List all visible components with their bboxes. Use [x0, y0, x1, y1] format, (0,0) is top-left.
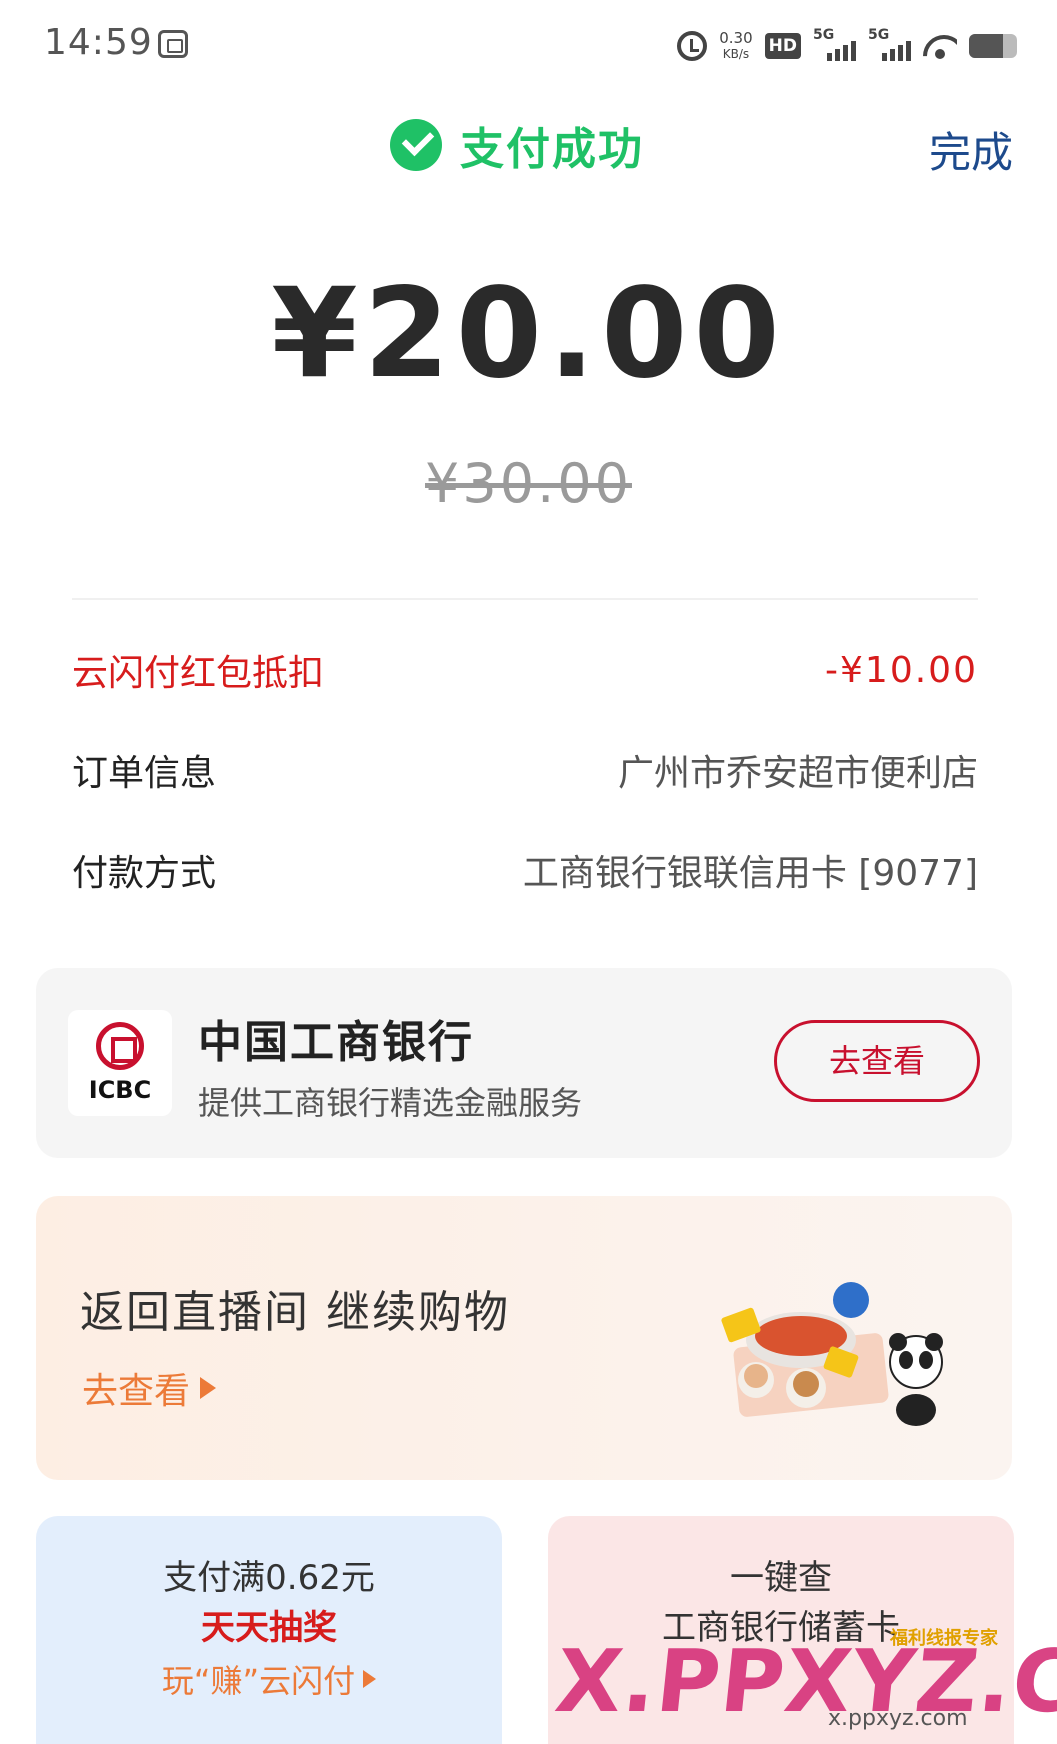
battery-fill: [969, 34, 1003, 58]
status-icons: 0.30 KB/s HD 5G 5G: [677, 26, 1017, 66]
signal-label: 5G: [868, 27, 890, 43]
check-title: 一键查: [730, 1558, 832, 1598]
promo-link[interactable]: 去查看: [82, 1362, 217, 1414]
promo-link-label: 去查看: [82, 1371, 191, 1412]
notification-app-icon: [158, 30, 188, 58]
detail-value: 工商银行银联信用卡 [9077]: [522, 853, 978, 894]
header: 支付成功 完成: [0, 95, 1057, 195]
signal-icon-sim2: 5G: [868, 27, 911, 61]
icbc-logo-text: ICBC: [88, 1076, 152, 1104]
lottery-link[interactable]: 玩“赚”云闪付: [36, 1656, 502, 1702]
hd-icon: HD: [764, 33, 801, 59]
detail-row-payment-method: 付款方式 工商银行银联信用卡 [9077]: [72, 840, 978, 900]
lottery-card[interactable]: 支付满0.62元 天天抽奖 玩“赚”云闪付: [36, 1516, 502, 1744]
wifi-icon: [923, 33, 957, 59]
success-status: 支付成功: [390, 113, 644, 177]
food-panda-illustration: [721, 1282, 943, 1426]
original-amount: ¥30.00: [425, 452, 632, 515]
watermark-url: x.ppxyz.com: [828, 1706, 968, 1731]
alarm-icon: [677, 31, 708, 61]
lottery-title: 天天抽奖: [201, 1608, 337, 1648]
detail-row-order: 订单信息 广州市乔安超市便利店: [72, 740, 978, 800]
lottery-link-label: 玩“赚”云闪付: [161, 1662, 356, 1700]
icbc-mark-icon: [96, 1022, 144, 1070]
detail-label: 付款方式: [72, 853, 217, 894]
status-bar: 14:59 0.30 KB/s HD 5G 5G: [0, 0, 1057, 90]
battery-icon: [969, 34, 1017, 58]
play-arrow-icon: [200, 1377, 217, 1399]
signal-icon-sim1: 5G: [813, 27, 856, 61]
detail-value: 广州市乔安超市便利店: [617, 753, 978, 794]
network-speed: 0.30 KB/s: [719, 28, 753, 62]
bank-description: 提供工商银行精选金融服务: [198, 1084, 583, 1122]
page-title: 支付成功: [460, 124, 644, 175]
check-circle-icon: [390, 119, 442, 171]
detail-value: -¥10.00: [825, 649, 978, 691]
network-speed-unit: KB/s: [722, 46, 750, 61]
detail-label: 订单信息: [72, 753, 217, 794]
done-button[interactable]: 完成: [929, 119, 1013, 180]
detail-label: 云闪付红包抵扣: [72, 653, 325, 694]
detail-row-discount: 云闪付红包抵扣 -¥10.00: [72, 640, 978, 700]
divider: [72, 598, 978, 600]
play-arrow-icon: [363, 1670, 377, 1688]
lottery-condition: 支付满0.62元: [163, 1558, 375, 1598]
paid-amount: ¥20.00: [271, 262, 786, 406]
network-speed-value: 0.30: [719, 28, 753, 47]
status-time: 14:59: [44, 22, 153, 63]
watermark-logo: X.PPXYZ.COM: [550, 1632, 1057, 1732]
bank-name: 中国工商银行: [198, 1017, 474, 1068]
live-promo-card[interactable]: 返回直播间 继续购物 去查看: [36, 1196, 1012, 1480]
bank-view-button[interactable]: 去查看: [774, 1020, 980, 1102]
signal-label: 5G: [813, 27, 835, 43]
bank-card: ICBC 中国工商银行 提供工商银行精选金融服务 去查看: [36, 968, 1012, 1158]
icbc-logo: ICBC: [68, 1010, 172, 1116]
promo-title: 返回直播间 继续购物: [80, 1287, 510, 1338]
